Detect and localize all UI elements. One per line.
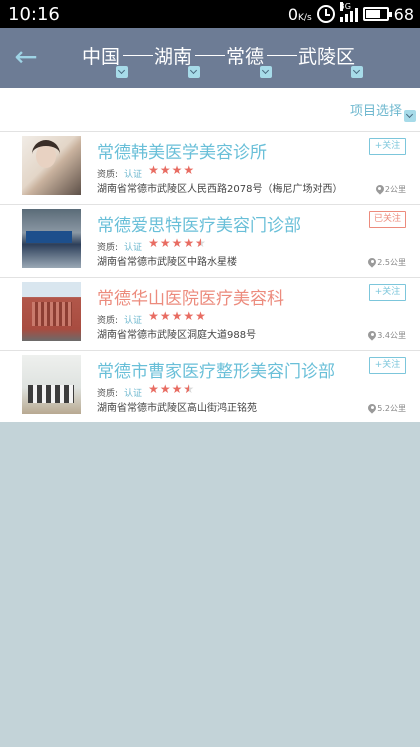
region-breadcrumb: 中国 湖南 常德 武陵区: [82, 42, 364, 78]
rating-stars: ★★★★: [148, 163, 196, 177]
location-pin-icon: [368, 331, 376, 341]
clinic-address: 湖南省常德市武陵区人民西路2078号（梅尼广场对西）: [97, 184, 343, 195]
arrow-left-icon: ←: [14, 40, 38, 73]
location-pin-icon: [376, 185, 384, 195]
cert-badge: 认证: [124, 242, 143, 253]
qualification: 资质: 认证 ★★★★: [97, 382, 195, 399]
clinic-name[interactable]: 常德韩美医学美容诊所: [97, 138, 267, 163]
dropdown-icon: [404, 110, 416, 122]
clinic-thumbnail: [22, 282, 81, 341]
clinic-thumbnail: [22, 136, 81, 195]
list-item[interactable]: 常德韩美医学美容诊所 资质: 认证 ★★★★ 湖南省常德市武陵区人民西路2078…: [0, 131, 420, 203]
location-pin-icon: [368, 404, 376, 414]
status-icons: 0K/s 3G 68: [287, 2, 414, 24]
dropdown-icon: [188, 66, 201, 78]
header-bar: ← 中国 湖南 常德 武陵区: [0, 28, 420, 88]
list-item[interactable]: 常德市曹家医疗整形美容门诊部 资质: 认证 ★★★★ 湖南省常德市武陵区高山街鸿…: [0, 350, 420, 422]
followed-button[interactable]: 已关注: [369, 211, 406, 228]
battery-icon: [362, 7, 392, 21]
distance: 2.5公里: [368, 257, 406, 268]
region-district[interactable]: 武陵区: [298, 42, 364, 78]
clinic-name[interactable]: 常德华山医院医疗美容科: [97, 284, 284, 309]
back-button[interactable]: ←: [10, 42, 42, 74]
clinic-thumbnail: [22, 355, 81, 414]
region-country[interactable]: 中国: [82, 42, 129, 78]
list-item[interactable]: 常德爱思特医疗美容门诊部 资质: 认证 ★★★★★ 湖南省常德市武陵区中路水星楼…: [0, 204, 420, 276]
signal-icon: 3G: [339, 2, 358, 22]
clinic-thumbnail: [22, 209, 81, 268]
dropdown-icon: [116, 66, 129, 78]
rating-stars: ★★★★: [148, 382, 195, 396]
network-speed: 0K/s: [287, 4, 312, 24]
follow-button[interactable]: +关注: [369, 138, 406, 155]
project-filter[interactable]: 项目选择: [350, 100, 416, 122]
region-city[interactable]: 常德: [226, 42, 273, 78]
qualification: 资质: 认证 ★★★★★: [97, 309, 207, 326]
region-province[interactable]: 湖南: [154, 42, 201, 78]
alarm-icon: [316, 5, 335, 23]
clinic-list: 项目选择 常德韩美医学美容诊所 资质: 认证 ★★★★ 湖南省常德市武陵区人民西…: [0, 88, 420, 422]
follow-button[interactable]: +关注: [369, 284, 406, 301]
follow-button[interactable]: +关注: [369, 357, 406, 374]
clinic-address: 湖南省常德市武陵区中路水星楼: [97, 257, 237, 268]
cert-badge: 认证: [124, 388, 143, 399]
clinic-name[interactable]: 常德爱思特医疗美容门诊部: [97, 211, 301, 236]
distance: 5.2公里: [368, 403, 406, 414]
dropdown-icon: [351, 66, 364, 78]
distance: 3.4公里: [368, 330, 406, 341]
qualification: 资质: 认证 ★★★★★: [97, 236, 207, 253]
location-pin-icon: [368, 258, 376, 268]
rating-stars: ★★★★★: [148, 236, 207, 250]
list-item[interactable]: 常德华山医院医疗美容科 资质: 认证 ★★★★★ 湖南省常德市武陵区洞庭大道98…: [0, 277, 420, 349]
rating-stars: ★★★★★: [148, 309, 207, 323]
status-time: 10:16: [8, 4, 60, 25]
qualification: 资质: 认证 ★★★★: [97, 163, 196, 180]
cert-badge: 认证: [124, 169, 143, 180]
battery-level: 68: [393, 4, 414, 24]
dropdown-icon: [260, 66, 273, 78]
status-bar: 10:16 0K/s 3G 68: [0, 0, 420, 28]
clinic-name[interactable]: 常德市曹家医疗整形美容门诊部: [97, 357, 335, 382]
clinic-address: 湖南省常德市武陵区高山街鸿正铭苑: [97, 403, 257, 414]
cert-badge: 认证: [124, 315, 143, 326]
distance: 2公里: [376, 184, 406, 195]
clinic-address: 湖南省常德市武陵区洞庭大道988号: [97, 330, 257, 341]
